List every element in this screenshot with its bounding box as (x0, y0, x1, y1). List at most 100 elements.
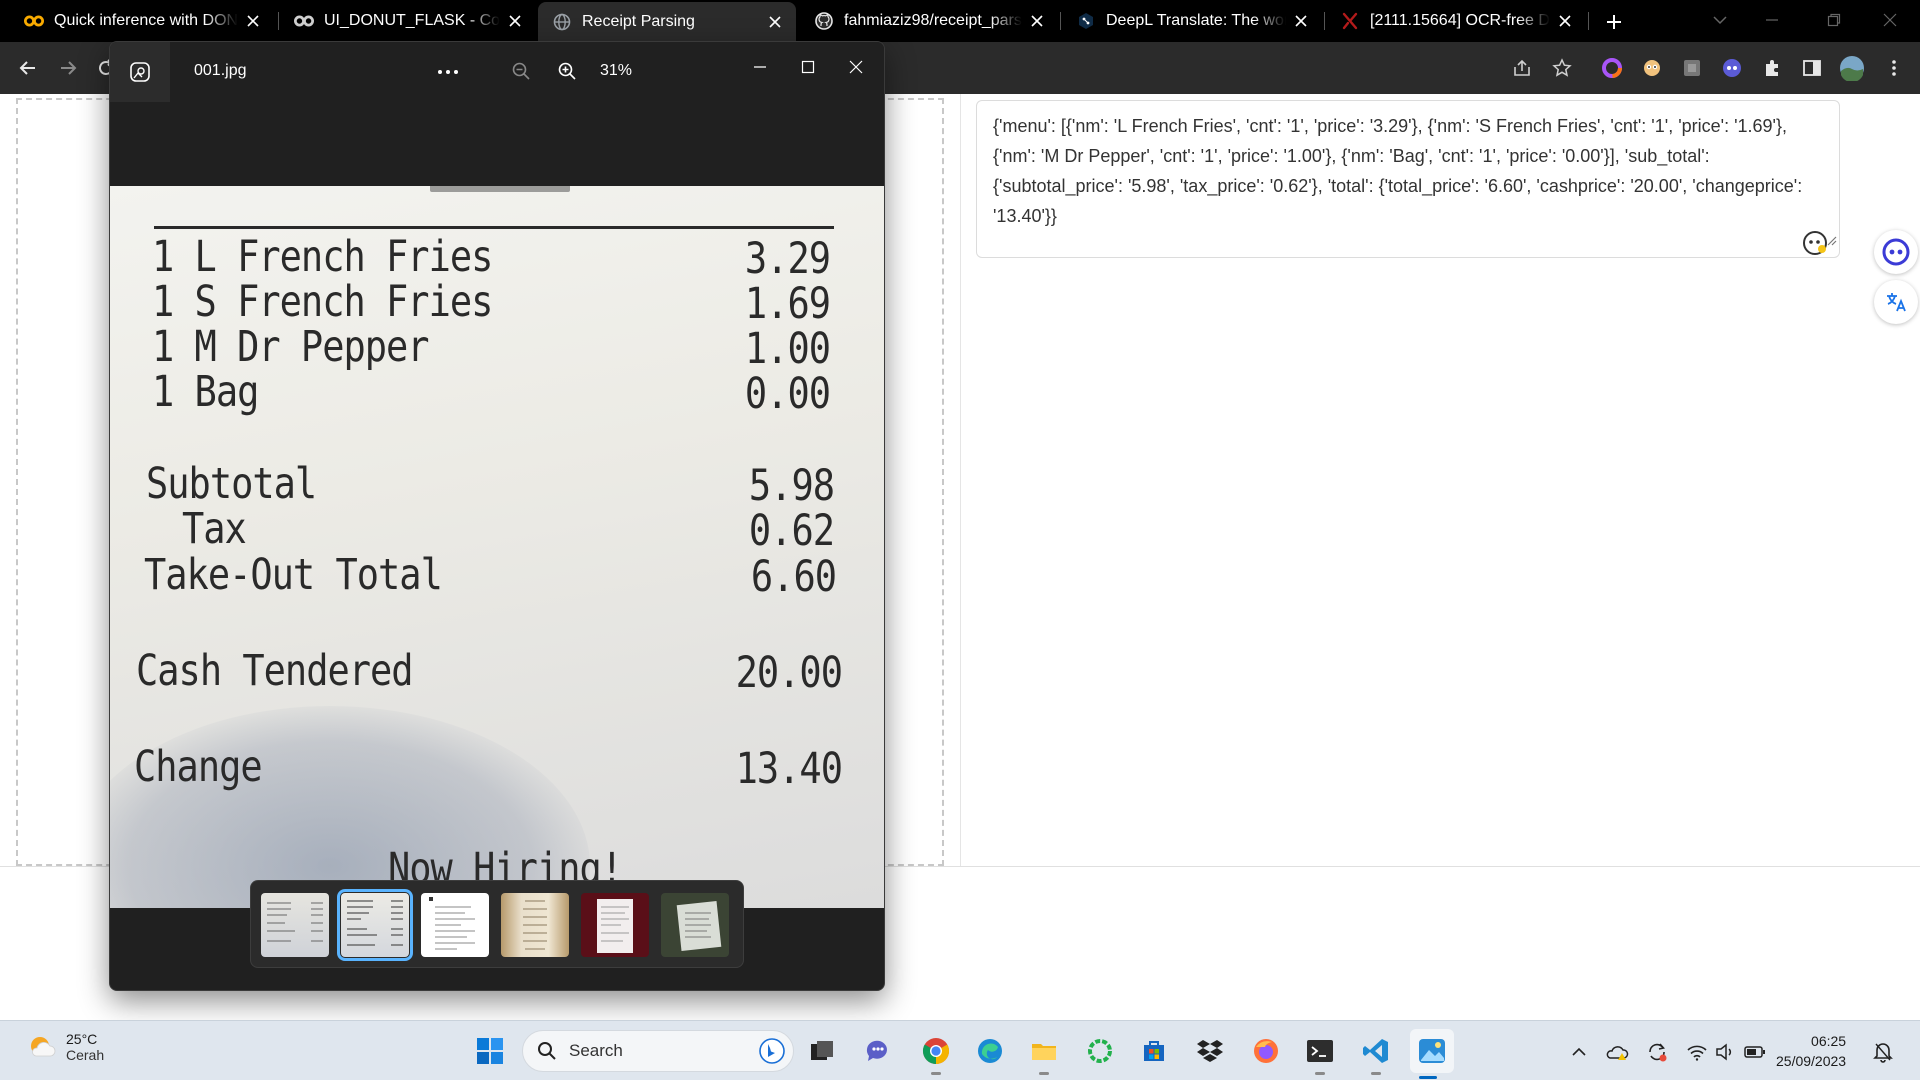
browser-restore-button[interactable] (1806, 0, 1862, 40)
viewer-title-bar: 001.jpg 31% (110, 42, 884, 102)
task-view-button[interactable] (804, 1033, 840, 1069)
thumbnail-3[interactable] (421, 893, 489, 957)
photos-icon (1419, 1039, 1445, 1063)
browser-minimize-button[interactable] (1744, 0, 1800, 40)
wifi-icon (1687, 1045, 1707, 1061)
thumbnail-5[interactable] (581, 893, 649, 957)
running-indicator (931, 1072, 941, 1075)
store-icon (1144, 1041, 1164, 1061)
translate-side-button[interactable] (1874, 280, 1918, 324)
side-panel-icon (1803, 60, 1821, 76)
thumbnail-2[interactable] (337, 889, 413, 961)
share-button[interactable] (1508, 54, 1536, 82)
taskbar-app-green-ring[interactable] (1082, 1033, 1118, 1069)
taskbar-microsoft-store[interactable] (1136, 1033, 1172, 1069)
forward-button[interactable] (52, 52, 84, 84)
receipt-total-value: 6.60 (750, 552, 837, 602)
viewer-more-button[interactable] (432, 58, 464, 86)
thumbnail-4[interactable] (501, 893, 569, 957)
taskbar-edge[interactable] (972, 1033, 1008, 1069)
assistant-side-button[interactable] (1874, 230, 1918, 274)
tab-deepl-translate[interactable]: DeepL Translate: The world (1062, 0, 1322, 42)
close-icon[interactable] (1292, 12, 1310, 30)
close-icon[interactable] (1556, 12, 1574, 30)
grammar-assistant-icon[interactable] (1802, 230, 1828, 261)
close-icon[interactable] (506, 12, 524, 30)
close-icon[interactable] (1028, 12, 1046, 30)
volume-tray-icon[interactable] (1712, 1039, 1738, 1065)
viewer-close-button[interactable] (836, 52, 876, 82)
receipt-header-fragment (430, 186, 570, 192)
taskbar-dropbox[interactable] (1192, 1033, 1228, 1069)
battery-tray-icon[interactable] (1742, 1039, 1768, 1065)
taskbar-terminal[interactable] (1302, 1033, 1338, 1075)
back-button[interactable] (12, 52, 44, 84)
viewer-maximize-button[interactable] (788, 52, 828, 82)
receipt-change-label: Change (134, 742, 263, 792)
tab-separator (1588, 12, 1589, 30)
side-panel-button[interactable] (1798, 54, 1826, 82)
taskbar-clock[interactable]: 06:25 25/09/2023 (1776, 1031, 1846, 1071)
color-wheel-icon (1602, 58, 1622, 78)
firefox-icon (1254, 1039, 1278, 1063)
weather-widget[interactable]: 25°C Cerah (26, 1031, 104, 1063)
taskbar-chrome[interactable] (918, 1033, 954, 1075)
tab-receipt-parsing[interactable]: Receipt Parsing (538, 2, 796, 42)
share-icon (1514, 59, 1530, 76)
zoom-level: 31% (600, 62, 633, 79)
close-icon[interactable] (766, 13, 784, 31)
viewer-minimize-button[interactable] (740, 52, 780, 82)
zoom-out-icon (512, 62, 530, 80)
taskbar-search-box[interactable]: Search (522, 1030, 794, 1072)
clock-time: 06:25 (1811, 1033, 1847, 1049)
bookmark-button[interactable] (1548, 54, 1576, 82)
taskbar-firefox[interactable] (1248, 1033, 1284, 1069)
parsed-output-textbox[interactable]: {'menu': [{'nm': 'L French Fries', 'cnt'… (976, 100, 1840, 258)
tab-github-receipt-parsing[interactable]: fahmiaziz98/receipt_parsing (800, 0, 1058, 42)
bing-icon (759, 1038, 785, 1069)
taskbar-vscode[interactable] (1358, 1033, 1394, 1075)
puzzle-icon (1766, 60, 1778, 76)
extensions-button[interactable] (1758, 54, 1786, 82)
start-button[interactable] (472, 1033, 508, 1069)
onedrive-tray-icon[interactable] (1604, 1039, 1630, 1065)
thumbnail-1[interactable] (261, 893, 329, 957)
extension-color-button[interactable] (1598, 54, 1626, 82)
show-hidden-icons-button[interactable] (1566, 1039, 1592, 1065)
globe-icon (552, 12, 572, 32)
zoom-out-button[interactable] (506, 56, 536, 86)
folder-icon (1032, 1044, 1056, 1060)
wifi-tray-icon[interactable] (1684, 1039, 1710, 1065)
restore-icon (1827, 13, 1841, 27)
extension-bot-button[interactable] (1718, 54, 1746, 82)
notifications-button[interactable] (1870, 1039, 1896, 1065)
taskbar-photos[interactable] (1410, 1029, 1454, 1079)
receipt-item-label: 1 S French Fries (152, 277, 493, 327)
plus-icon (1607, 15, 1621, 29)
extension-gray-button[interactable] (1678, 54, 1706, 82)
green-ring-icon (1088, 1039, 1112, 1063)
thumbnail-6[interactable] (661, 893, 729, 957)
tab-search-button[interactable] (1692, 0, 1748, 40)
tab-quick-inference[interactable]: Quick inference with DONU (10, 0, 274, 42)
sync-tray-icon[interactable] (1644, 1039, 1670, 1065)
receipt-total-label: Take-Out Total (144, 550, 443, 600)
taskbar-file-explorer[interactable] (1026, 1033, 1062, 1075)
profile-avatar[interactable] (1838, 54, 1866, 82)
github-icon (814, 11, 834, 31)
tab-title: UI_DONUT_FLASK - Colabo (324, 12, 500, 29)
receipt-tax-value: 0.62 (748, 506, 835, 556)
sun-cloud-icon (31, 1037, 56, 1057)
tab-ui-donut-flask[interactable]: UI_DONUT_FLASK - Colabo (280, 0, 536, 42)
teams-chat-button[interactable] (860, 1033, 896, 1069)
receipt-item-value: 1.69 (744, 279, 831, 329)
extension-mascot-button[interactable] (1638, 54, 1666, 82)
vscode-icon (1363, 1039, 1388, 1063)
browser-menu-button[interactable] (1880, 54, 1908, 82)
new-tab-button[interactable] (1598, 6, 1630, 38)
close-icon[interactable] (244, 12, 262, 30)
photos-viewer-window: 001.jpg 31% 1 L French Fries 3.29 1 S Fr… (109, 41, 885, 991)
tab-arxiv-ocr-free[interactable]: [2111.15664] OCR-free Doc (1326, 0, 1586, 42)
zoom-in-button[interactable] (552, 56, 582, 86)
browser-close-button[interactable] (1862, 0, 1918, 40)
